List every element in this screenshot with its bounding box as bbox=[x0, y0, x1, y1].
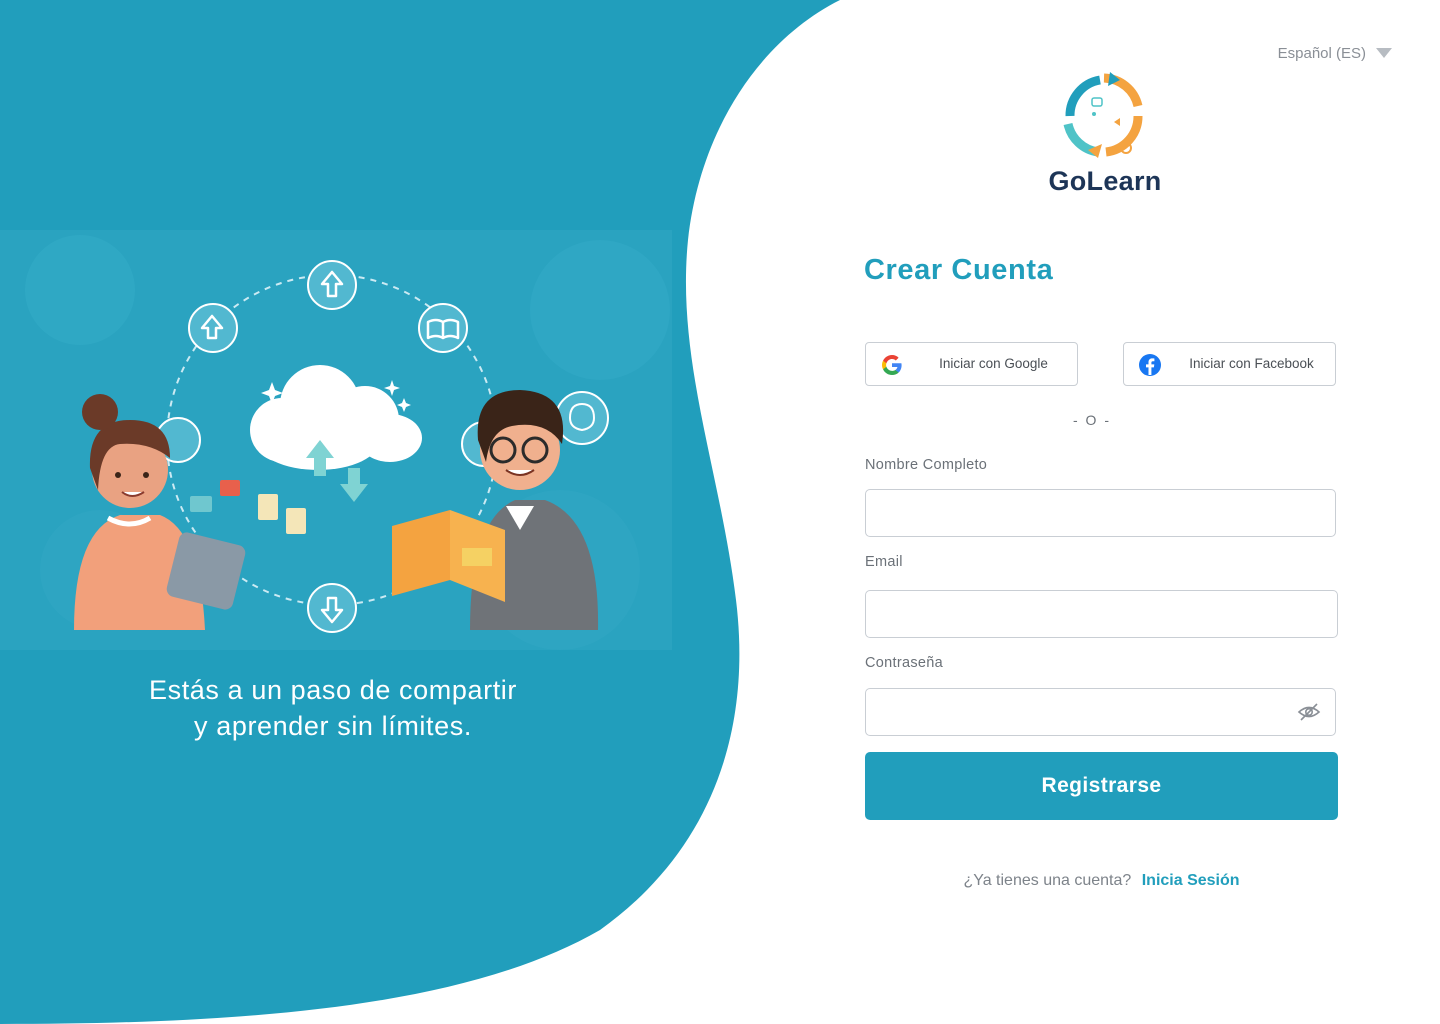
logo-mark bbox=[1063, 72, 1143, 158]
golearn-logo: GoLearn bbox=[1046, 72, 1164, 196]
facebook-signin-button[interactable]: Iniciar con Facebook bbox=[1123, 342, 1336, 386]
hero-tagline: Estás a un paso de compartir y aprender … bbox=[40, 672, 626, 744]
hero-tagline-line2: y aprender sin límites. bbox=[194, 711, 472, 741]
email-input[interactable] bbox=[865, 590, 1338, 638]
hero-tagline-line1: Estás a un paso de compartir bbox=[149, 675, 517, 705]
signin-prompt: ¿Ya tienes una cuenta? Inicia Sesión bbox=[865, 872, 1338, 890]
caret-down-icon bbox=[1376, 48, 1392, 58]
fullname-label: Nombre Completo bbox=[865, 457, 988, 473]
email-label: Email bbox=[865, 554, 903, 570]
password-input[interactable] bbox=[865, 688, 1336, 736]
signup-page: Estás a un paso de compartir y aprender … bbox=[0, 0, 1440, 1024]
fullname-input[interactable] bbox=[865, 489, 1336, 537]
facebook-icon bbox=[1139, 354, 1161, 376]
brand-name: GoLearn bbox=[1048, 166, 1162, 196]
signin-link[interactable]: Inicia Sesión bbox=[1142, 872, 1240, 889]
learning-illustration bbox=[0, 230, 672, 650]
facebook-signin-label: Iniciar con Facebook bbox=[1189, 356, 1314, 371]
register-button[interactable]: Registrarse bbox=[865, 752, 1338, 820]
google-signin-button[interactable]: Iniciar con Google bbox=[865, 342, 1078, 386]
password-label: Contraseña bbox=[865, 655, 943, 671]
page-title: Crear Cuenta bbox=[864, 254, 1054, 286]
google-icon bbox=[882, 355, 902, 375]
or-divider: - O - bbox=[1073, 412, 1111, 428]
language-label: Español (ES) bbox=[1277, 44, 1366, 62]
eye-off-icon[interactable] bbox=[1297, 700, 1321, 724]
google-signin-label: Iniciar con Google bbox=[939, 356, 1048, 371]
language-selector[interactable]: Español (ES) bbox=[1278, 42, 1392, 64]
have-account-text: ¿Ya tienes una cuenta? bbox=[963, 872, 1132, 889]
